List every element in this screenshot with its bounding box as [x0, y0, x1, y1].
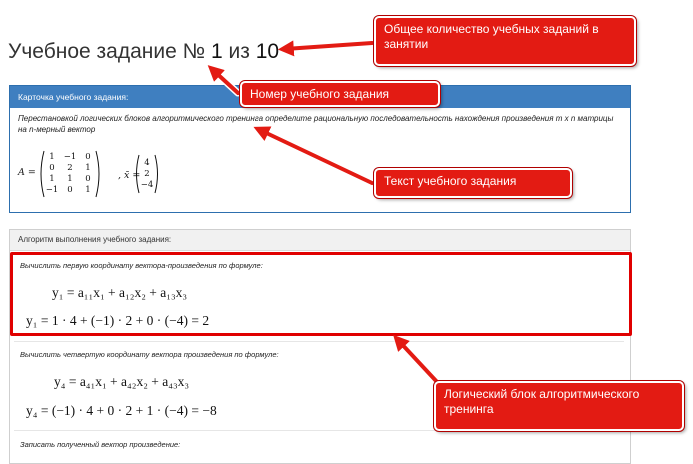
callout-task-number: Номер учебного задания [240, 81, 440, 107]
title-middle: из [222, 40, 256, 63]
page-title: Учебное задание № 1 из 10 [8, 40, 279, 64]
matrix-label: A = [18, 167, 36, 178]
algorithm-heading: Алгоритм выполнения учебного задания: [10, 230, 630, 251]
matrix-a: 1 −1 00 2 11 1 0−1 0 1 , x̄ = 42−4 [40, 150, 158, 198]
matrix-cell: 0 [49, 163, 54, 173]
task-total: 10 [255, 40, 280, 63]
matrix-cell: −1 [46, 185, 59, 195]
matrix-cell: 1 [49, 152, 54, 162]
task-description: Перестановкой логических блоков алгоритм… [18, 114, 614, 134]
step-label: Вычислить четвертую координату вектора п… [20, 350, 279, 359]
vector-cell: −4 [141, 180, 154, 190]
step-computation: y₄ = (−1) · 4 + 0 · 2 + 1 · (−4) = −8 [26, 403, 217, 418]
step-formula: y₄ = a₄₁x₁ + a₄₂x₂ + a₄₃x₃ [54, 374, 190, 389]
logic-block-3[interactable]: Записать полученный вектор произведение: [14, 430, 624, 461]
matrix-cell: 1 [85, 163, 90, 173]
task-number: 1 [211, 40, 223, 63]
step-label: Записать полученный вектор произведение: [20, 440, 181, 449]
matrix-cell: 0 [85, 174, 90, 184]
vector-cell: 4 [144, 158, 149, 168]
callout-task-text: Текст учебного задания [374, 168, 572, 198]
matrix-cell: 1 [49, 174, 54, 184]
callout-total-tasks: Общее количество учебных заданий в занят… [374, 16, 636, 66]
matrix-cell: 1 [67, 174, 72, 184]
matrix-cell: 0 [67, 185, 72, 195]
callout-logic-block: Логический блок алгоритмического тренинг… [434, 381, 684, 431]
vector-cell: 2 [144, 169, 149, 179]
matrix-cell: −1 [64, 152, 77, 162]
matrix-cell: 0 [85, 152, 90, 162]
title-prefix: Учебное задание № [8, 40, 211, 63]
logic-block-highlight [10, 252, 632, 336]
matrix-cell: 1 [85, 185, 90, 195]
matrix-cell: 2 [67, 163, 72, 173]
